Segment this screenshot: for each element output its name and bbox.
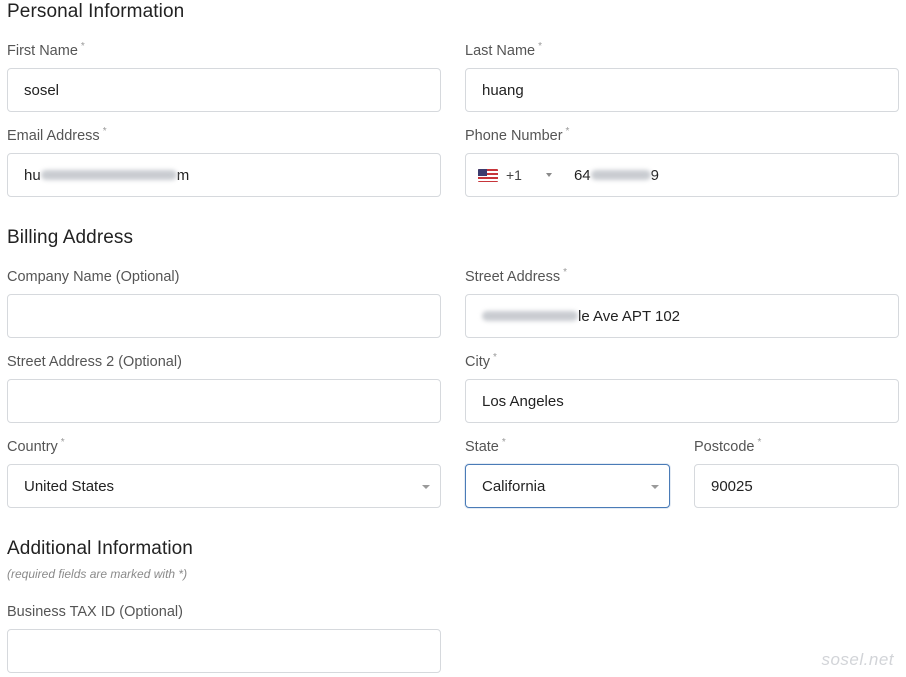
city-value: Los Angeles bbox=[482, 392, 564, 410]
company-input[interactable] bbox=[7, 294, 441, 338]
country-code-selector[interactable]: +1 bbox=[478, 167, 552, 183]
postcode-label: Postcode * bbox=[694, 437, 762, 455]
redacted-email-blur bbox=[40, 170, 177, 180]
last-name-value: huang bbox=[482, 81, 524, 99]
street-address-label: Street Address * bbox=[465, 267, 568, 285]
phone-label: Phone Number * bbox=[465, 126, 570, 144]
country-label: Country * bbox=[7, 437, 65, 455]
state-select[interactable]: California bbox=[465, 464, 670, 508]
state-label: State * bbox=[465, 437, 506, 455]
redacted-street-blur bbox=[482, 311, 578, 321]
country-value: United States bbox=[24, 477, 115, 495]
city-input[interactable]: Los Angeles bbox=[465, 379, 899, 423]
street-value-end: le Ave APT 102 bbox=[578, 307, 681, 325]
phone-value-start: 64 bbox=[573, 166, 591, 184]
last-name-label: Last Name * bbox=[465, 41, 543, 59]
personal-information-heading: Personal Information bbox=[7, 1, 185, 22]
chevron-down-icon bbox=[545, 173, 552, 177]
street-address-2-input[interactable] bbox=[7, 379, 441, 423]
tax-id-input[interactable] bbox=[7, 629, 441, 673]
email-value-end: m bbox=[176, 166, 190, 184]
tax-id-label: Business TAX ID (Optional) bbox=[7, 604, 183, 620]
redacted-phone-blur bbox=[590, 170, 651, 180]
chevron-down-icon bbox=[422, 485, 430, 489]
email-value-start: hu bbox=[24, 166, 41, 184]
first-name-label: First Name * bbox=[7, 41, 85, 59]
chevron-down-icon bbox=[651, 485, 659, 489]
dial-code: +1 bbox=[506, 167, 522, 183]
postcode-value: 90025 bbox=[711, 477, 753, 495]
street-address-2-label: Street Address 2 (Optional) bbox=[7, 354, 182, 370]
first-name-value: sosel bbox=[24, 81, 60, 99]
postcode-input[interactable]: 90025 bbox=[694, 464, 899, 508]
last-name-input[interactable]: huang bbox=[465, 68, 899, 112]
phone-input[interactable]: +1 64 9 bbox=[465, 153, 899, 197]
required-fields-hint: (required fields are marked with *) bbox=[7, 567, 188, 581]
phone-value-end: 9 bbox=[650, 166, 659, 184]
email-input[interactable]: hu m bbox=[7, 153, 441, 197]
country-select[interactable]: United States bbox=[7, 464, 441, 508]
first-name-input[interactable]: sosel bbox=[7, 68, 441, 112]
watermark: sosel.net bbox=[821, 650, 894, 669]
company-label: Company Name (Optional) bbox=[7, 269, 180, 285]
us-flag-icon bbox=[478, 168, 498, 182]
street-address-input[interactable]: le Ave APT 102 bbox=[465, 294, 899, 338]
billing-address-heading: Billing Address bbox=[7, 227, 134, 248]
additional-information-heading: Additional Information bbox=[7, 538, 193, 559]
email-label: Email Address * bbox=[7, 126, 107, 144]
state-value: California bbox=[482, 477, 546, 495]
city-label: City * bbox=[465, 352, 497, 370]
